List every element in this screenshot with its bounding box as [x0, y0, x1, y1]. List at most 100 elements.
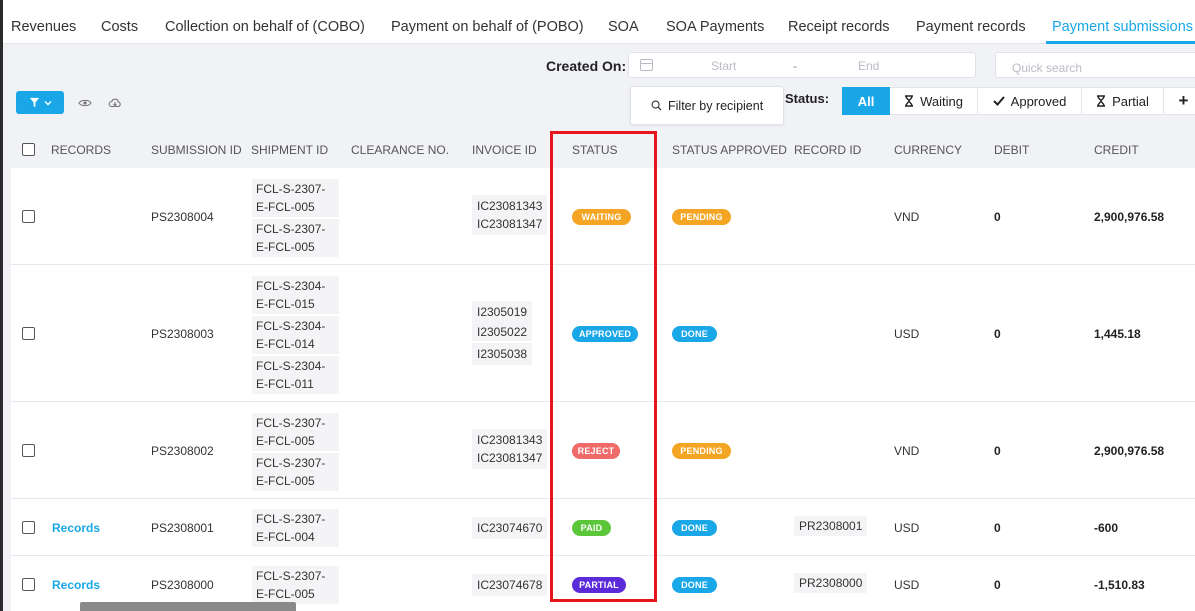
- column-header[interactable]: STATUS APPROVED: [672, 143, 787, 157]
- invoice-id-tag: I2305022: [472, 321, 533, 341]
- invoice-id-tag: I2305019: [472, 301, 533, 321]
- status-badge: APPROVED: [572, 326, 638, 342]
- records-link[interactable]: Records: [52, 578, 100, 592]
- record-id-tag: PR2308001: [794, 516, 868, 536]
- submission-id: PS2308004: [151, 210, 214, 224]
- status-approved-badge: PENDING: [672, 209, 731, 225]
- row-checkbox[interactable]: [22, 210, 35, 223]
- active-tab-indicator: [1046, 41, 1195, 44]
- table-row[interactable]: PS2308002 FCL-S-2307-E-FCL-005 FCL-S-230…: [11, 402, 1195, 499]
- tab-pobo[interactable]: Payment on behalf of (POBO): [391, 19, 584, 35]
- tab-cobo[interactable]: Collection on behalf of (COBO): [165, 19, 365, 35]
- horizontal-scrollbar[interactable]: [80, 602, 296, 611]
- submission-id: PS2308000: [151, 578, 214, 592]
- invoice-id-tag: IC23081343: [472, 195, 548, 215]
- credit: 1,445.18: [1094, 327, 1141, 341]
- status-filter-all[interactable]: All: [842, 87, 890, 115]
- tab-soa[interactable]: SOA: [608, 19, 639, 35]
- status-filter-group: All Waiting Approved Partial +: [842, 87, 1195, 115]
- column-header[interactable]: SHIPMENT ID: [251, 143, 328, 157]
- status-badge: PAID: [572, 520, 611, 536]
- row-checkbox[interactable]: [22, 444, 35, 457]
- funnel-icon: [29, 97, 39, 108]
- cloud-download-icon[interactable]: [108, 96, 122, 110]
- app-window: Revenues Costs Collection on behalf of (…: [0, 0, 1195, 611]
- row-checkbox[interactable]: [22, 578, 35, 591]
- row-checkbox[interactable]: [22, 521, 35, 534]
- status-approved-badge: DONE: [672, 326, 717, 342]
- invoice-id-tag: IC23074678: [472, 574, 548, 596]
- status-approved-badge: DONE: [672, 577, 717, 593]
- table-row[interactable]: PS2308003 FCL-S-2304-E-FCL-015 FCL-S-230…: [11, 265, 1195, 402]
- shipment-id-tag: FCL-S-2307-E-FCL-004: [252, 509, 339, 547]
- table-row[interactable]: PS2308004 FCL-S-2307-E-FCL-005 FCL-S-230…: [11, 168, 1195, 265]
- tab-payment-records[interactable]: Payment records: [916, 19, 1026, 35]
- quick-search-input[interactable]: [995, 52, 1195, 78]
- status-filter-approved[interactable]: Approved: [978, 87, 1082, 115]
- tab-payment-submissions[interactable]: Payment submissions: [1052, 19, 1193, 35]
- table-row[interactable]: Records PS2308001 FCL-S-2307-E-FCL-004 I…: [11, 499, 1195, 556]
- column-header[interactable]: CREDIT: [1094, 143, 1139, 157]
- tab-costs[interactable]: Costs: [101, 19, 138, 35]
- date-start-input[interactable]: Start: [711, 59, 736, 73]
- status-filter-partial[interactable]: Partial: [1082, 87, 1164, 115]
- invoice-id-tag: IC23081347: [472, 449, 548, 469]
- column-header[interactable]: RECORD ID: [794, 143, 861, 157]
- column-header[interactable]: INVOICE ID: [472, 143, 537, 157]
- shipment-id-tag: FCL-S-2307-E-FCL-005: [252, 413, 339, 451]
- eye-icon[interactable]: [78, 96, 92, 110]
- table-header: RECORDS SUBMISSION ID SHIPMENT ID CLEARA…: [11, 130, 1195, 168]
- filter-button[interactable]: [16, 91, 64, 114]
- status-badge: PARTIAL: [572, 577, 626, 593]
- column-header[interactable]: RECORDS: [51, 143, 111, 157]
- status-approved-badge: PENDING: [672, 443, 731, 459]
- tab-receipt-records[interactable]: Receipt records: [788, 19, 890, 35]
- status-badge: REJECT: [572, 443, 620, 459]
- shipment-id-tag: FCL-S-2307-E-FCL-005: [252, 179, 339, 217]
- tab-bar: Revenues Costs Collection on behalf of (…: [0, 0, 1195, 44]
- select-all-checkbox[interactable]: [22, 143, 35, 156]
- currency: USD: [894, 327, 920, 341]
- tab-soa-payments[interactable]: SOA Payments: [666, 19, 764, 35]
- chevron-down-icon: [44, 100, 51, 105]
- column-header[interactable]: SUBMISSION ID: [151, 143, 242, 157]
- invoice-id-tag: IC23081347: [472, 215, 548, 235]
- tab-revenues[interactable]: Revenues: [11, 19, 76, 35]
- currency: USD: [894, 521, 920, 535]
- row-checkbox[interactable]: [22, 327, 35, 340]
- search-icon: [651, 100, 662, 111]
- column-header[interactable]: CURRENCY: [894, 143, 962, 157]
- column-header[interactable]: DEBIT: [994, 143, 1029, 157]
- filter-by-recipient-button[interactable]: Filter by recipient: [630, 86, 784, 125]
- shipment-id-tag: FCL-S-2304-E-FCL-011: [252, 356, 339, 394]
- submission-id: PS2308001: [151, 521, 214, 535]
- records-link[interactable]: Records: [52, 521, 100, 535]
- currency: VND: [894, 210, 920, 224]
- shipment-id-tag: FCL-S-2307-E-FCL-005: [252, 219, 339, 257]
- date-separator: -: [793, 59, 797, 73]
- debit: 0: [994, 444, 1001, 458]
- credit: -600: [1094, 521, 1119, 535]
- window-edge: [0, 0, 3, 611]
- debit: 0: [994, 521, 1001, 535]
- status-filter-label: Status:: [785, 91, 830, 106]
- hourglass-icon: [1097, 95, 1106, 107]
- column-header[interactable]: STATUS: [572, 143, 618, 157]
- date-range-picker[interactable]: Start - End: [628, 52, 976, 78]
- hourglass-icon: [905, 95, 914, 107]
- debit: 0: [994, 327, 1001, 341]
- shipment-id-tag: FCL-S-2304-E-FCL-015: [252, 276, 339, 314]
- created-on-label: Created On:: [546, 58, 627, 74]
- record-id-tag: PR2308000: [794, 573, 868, 593]
- shipment-id-tag: FCL-S-2307-E-FCL-005: [252, 566, 339, 604]
- column-header[interactable]: CLEARANCE NO.: [351, 143, 449, 157]
- more-status-filters-button[interactable]: +: [1164, 87, 1195, 115]
- shipment-id-tag: FCL-S-2307-E-FCL-005: [252, 453, 339, 491]
- check-icon: [992, 96, 1005, 106]
- date-end-input[interactable]: End: [858, 59, 879, 73]
- debit: 0: [994, 210, 1001, 224]
- credit: -1,510.83: [1094, 578, 1145, 592]
- status-filter-waiting[interactable]: Waiting: [890, 87, 978, 115]
- invoice-id-tag: IC23081343: [472, 429, 548, 449]
- status-badge: WAITING: [572, 209, 631, 225]
